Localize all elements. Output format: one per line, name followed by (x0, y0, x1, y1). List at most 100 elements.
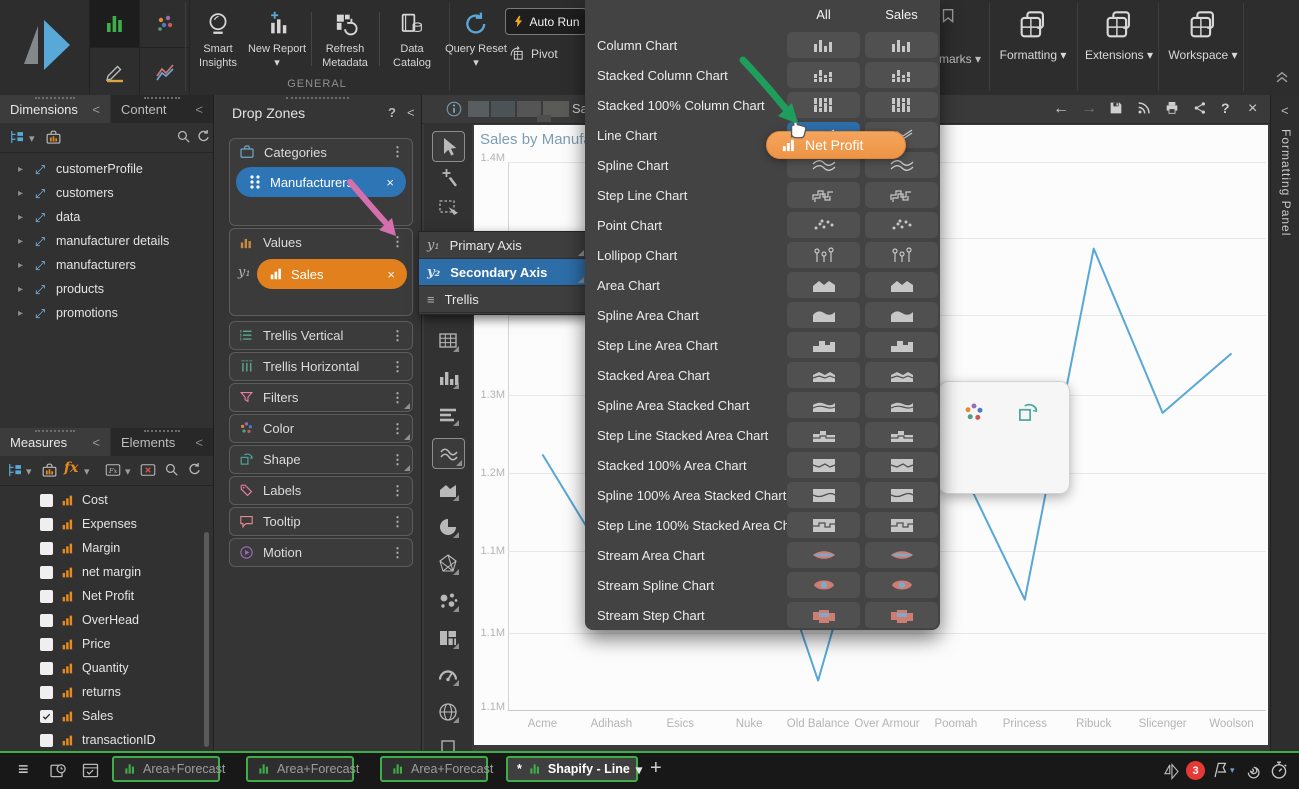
checkbox-unchecked[interactable] (40, 662, 53, 675)
back-icon[interactable]: ← (1053, 100, 1069, 118)
areamt-tool[interactable] (435, 477, 461, 503)
metric-set-icon[interactable] (44, 128, 63, 147)
recent-history-icon[interactable] (48, 760, 69, 781)
print-icon[interactable] (1164, 100, 1180, 116)
trend-tool[interactable] (140, 48, 189, 95)
drop-zone-color[interactable]: Color⋮ (229, 414, 413, 443)
apply-sales-spline-area-stacked-chart[interactable] (865, 392, 938, 418)
new-report-button[interactable]: New Report ▾ (245, 10, 309, 70)
refresh-icon[interactable] (186, 461, 203, 478)
hbars-tool[interactable] (435, 402, 461, 428)
values-drop-zone[interactable]: Values ⋮ y₁ Sales × (229, 228, 413, 316)
checked-out-items-icon[interactable] (80, 760, 101, 781)
apply-sales-stream-spline-chart[interactable] (865, 572, 938, 598)
query-reset-button[interactable]: Query Reset ▾ (444, 10, 508, 70)
apply-sales-stream-step-chart[interactable] (865, 602, 938, 628)
apply-sales-stacked-area-chart[interactable] (865, 362, 938, 388)
kebab-menu-icon[interactable]: ⋮ (391, 328, 404, 344)
treemapic-tool[interactable] (435, 625, 461, 651)
tab-measures[interactable]: Measures < (0, 428, 110, 456)
apply-sales-spline-area-chart[interactable] (865, 302, 938, 328)
hierarchy-view-icon[interactable] (6, 461, 24, 479)
checkbox-unchecked[interactable] (40, 734, 53, 747)
dimension-tree-item[interactable]: ▸data (18, 205, 213, 229)
checkbox-unchecked[interactable] (40, 542, 53, 555)
app-logo-icon[interactable] (18, 14, 74, 78)
tab-elements[interactable]: Elements < (111, 428, 213, 456)
help-icon[interactable]: ? (388, 105, 396, 120)
save-icon[interactable] (1108, 100, 1124, 116)
apply-all-stream-area-chart[interactable] (787, 542, 860, 568)
dimension-tree-item[interactable]: ▸manufacturer details (18, 229, 213, 253)
apply-sales-area-chart[interactable] (865, 272, 938, 298)
measure-list-item[interactable]: Margin (40, 536, 205, 560)
formula-box-icon[interactable]: Fx (104, 461, 122, 479)
measure-list-item[interactable]: transactionID (40, 728, 205, 752)
pin-icon[interactable] (1210, 760, 1230, 780)
sketch-tool[interactable] (90, 48, 139, 95)
new-tab-button[interactable]: + (650, 757, 662, 780)
manufacturers-pill[interactable]: Manufacturers × (236, 167, 406, 197)
metric-set-icon[interactable] (40, 461, 59, 480)
apply-all-stacked-column-chart[interactable] (787, 62, 860, 88)
kebab-menu-icon[interactable]: ⋮ (391, 545, 404, 561)
kebab-menu-icon[interactable]: ⋮ (391, 452, 404, 468)
sales-pill[interactable]: Sales × (257, 259, 407, 289)
apply-all-step-line-100-stacked-area-chart[interactable] (787, 512, 860, 538)
apply-all-step-line-area-chart[interactable] (787, 332, 860, 358)
apply-all-column-chart[interactable] (787, 32, 860, 58)
measure-list-item[interactable]: Price (40, 632, 205, 656)
menu-item-primary-axis[interactable]: y₁ Primary Axis (419, 232, 586, 259)
drop-zone-labels[interactable]: Labels⋮ (229, 476, 413, 505)
checkbox-unchecked[interactable] (40, 614, 53, 627)
smart-insights-button[interactable]: Smart Insights (186, 10, 250, 70)
marquee-tool[interactable] (435, 195, 461, 221)
measure-list-item[interactable]: Expenses (40, 512, 205, 536)
search-icon[interactable] (163, 461, 180, 478)
apply-sales-lollipop-chart[interactable] (865, 242, 938, 268)
bubbles-tool[interactable] (435, 588, 461, 614)
metric-set-tool[interactable] (90, 0, 139, 47)
apply-sales-stacked-100-column-chart[interactable] (865, 92, 938, 118)
caret-down-icon[interactable]: ▾ (636, 762, 642, 777)
bookmark-flag-icon[interactable] (938, 6, 960, 28)
pie-tool[interactable] (435, 514, 461, 540)
hierarchy-view-icon[interactable] (8, 128, 26, 146)
checkbox-unchecked[interactable] (40, 566, 53, 579)
apply-all-lollipop-chart[interactable] (787, 242, 860, 268)
collapse-icon[interactable]: < (92, 102, 100, 117)
measure-list-item[interactable]: OverHead (40, 608, 205, 632)
collapse-ribbon-icon[interactable] (1272, 66, 1292, 86)
checkbox-unchecked[interactable] (40, 686, 53, 699)
drop-zone-trellis-horizontal[interactable]: Trellis Horizontal⋮ (229, 352, 413, 381)
caret-down-icon[interactable]: ▾ (29, 132, 35, 145)
apply-sales-step-line-100-stacked-area-chart[interactable] (865, 512, 938, 538)
taskbar-tab-area-forecast[interactable]: Area+Forecast (246, 756, 354, 782)
apply-sales-column-chart[interactable] (865, 32, 938, 58)
kebab-menu-icon[interactable]: ⋮ (391, 421, 404, 437)
apply-all-spline-100-area-stacked-chart[interactable] (787, 482, 860, 508)
taskbar-tab-area-forecast[interactable]: Area+Forecast (380, 756, 488, 782)
kebab-menu-icon[interactable]: ⋮ (391, 483, 404, 499)
formatting-panel-strip[interactable]: < Formatting Panel (1270, 95, 1299, 751)
apply-sales-step-line-chart[interactable] (865, 182, 938, 208)
measure-list-item[interactable]: net margin (40, 560, 205, 584)
dimension-tree-item[interactable]: ▸customers (18, 181, 213, 205)
kebab-menu-icon[interactable]: ⋮ (391, 234, 404, 250)
checkbox-unchecked[interactable] (40, 518, 53, 531)
remove-icon[interactable]: × (387, 267, 395, 282)
checkbox-unchecked[interactable] (40, 638, 53, 651)
apply-all-point-chart[interactable] (787, 212, 860, 238)
apply-sales-stacked-column-chart[interactable] (865, 62, 938, 88)
dimension-tree-item[interactable]: ▸customerProfile (18, 157, 213, 181)
apply-all-stream-step-chart[interactable] (787, 602, 860, 628)
apply-sales-stacked-100-area-chart[interactable] (865, 452, 938, 478)
measure-list-item[interactable]: Cost (40, 488, 205, 512)
drop-zone-motion[interactable]: Motion⋮ (229, 538, 413, 567)
measure-list-item[interactable]: returns (40, 680, 205, 704)
collapse-icon[interactable]: < (407, 105, 415, 120)
apply-all-stacked-100-area-chart[interactable] (787, 452, 860, 478)
clear-box-icon[interactable] (139, 461, 157, 479)
shape-rotate-icon[interactable] (1015, 400, 1041, 426)
extensions-menu-button[interactable]: Extensions ▾ (1076, 8, 1162, 62)
